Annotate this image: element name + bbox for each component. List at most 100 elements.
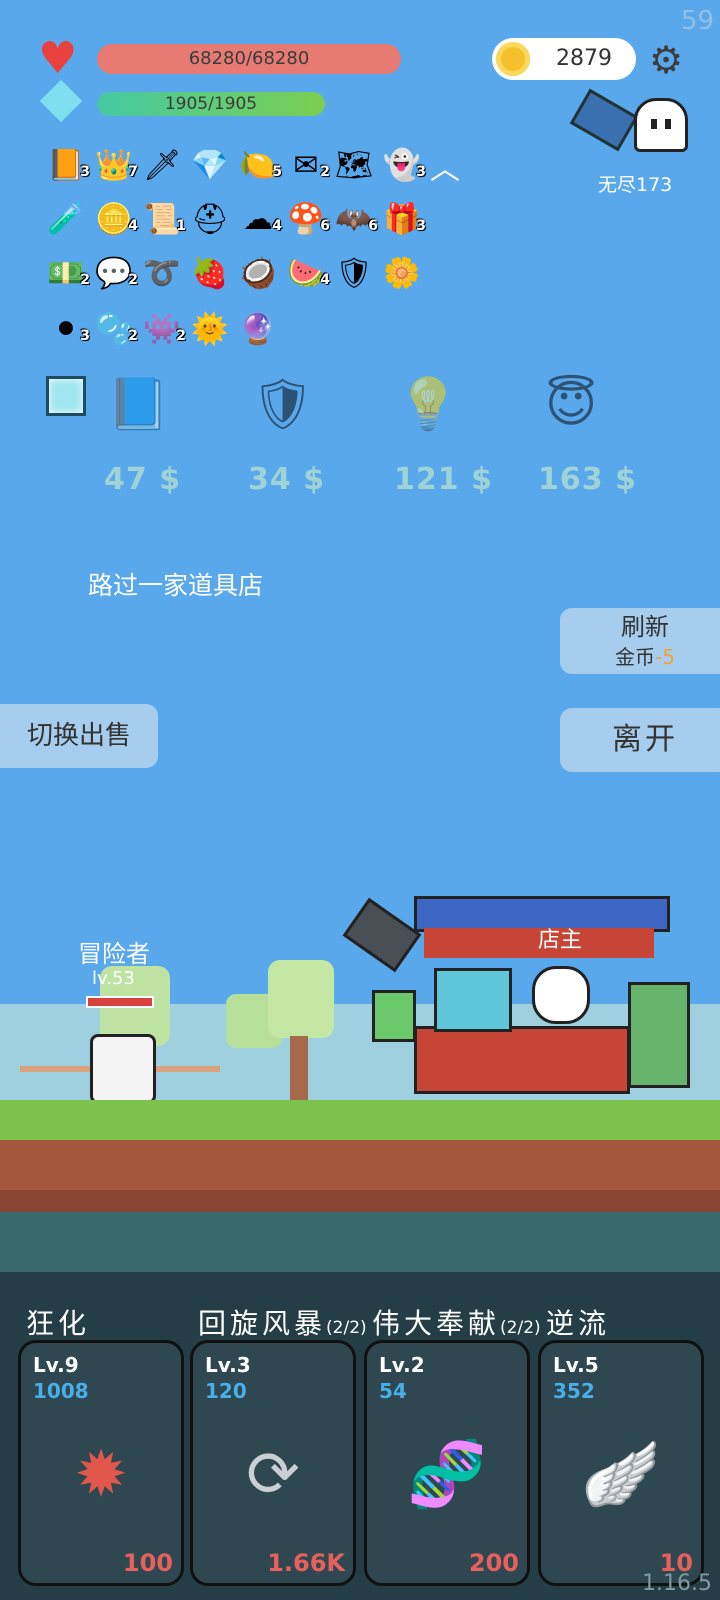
lime-icon[interactable]: 🍋 5: [238, 146, 282, 186]
offer-price: 163 $: [538, 462, 637, 497]
cleaver-icon: [569, 88, 639, 152]
noose-icon[interactable]: ➰: [142, 254, 182, 294]
item-count: 2: [128, 272, 138, 288]
item-count: 5: [272, 164, 282, 180]
slime-monster-icon[interactable]: 👾 2: [142, 310, 186, 350]
shop-offer[interactable]: 💡: [382, 368, 472, 440]
map-icon[interactable]: 🗺: [334, 146, 374, 186]
gear-icon[interactable]: ⚙: [646, 40, 686, 80]
envelope-icon[interactable]: ✉ 2: [286, 146, 330, 186]
item-count: 3: [416, 164, 426, 180]
bat-icon[interactable]: 🦇 6: [334, 200, 378, 240]
coin-icon: [496, 42, 530, 76]
skill-value: 120: [205, 1379, 247, 1403]
skill-level: Lv.2: [379, 1353, 425, 1377]
refresh-cost: 金币-5: [615, 645, 675, 669]
skill-card[interactable]: Lv.2 54 🧬 200: [364, 1340, 530, 1586]
item-count: 6: [320, 218, 330, 234]
item-count: 2: [320, 164, 330, 180]
shopkeeper-sprite: [532, 966, 590, 1024]
crystal-ball-icon[interactable]: 🔮: [238, 310, 278, 350]
refresh-label: 刷新: [621, 613, 669, 641]
skill-name: 狂化: [26, 1307, 91, 1340]
cloud-icon[interactable]: ☁ 4: [238, 200, 282, 240]
item-count: 4: [272, 218, 282, 234]
skill-value: 352: [553, 1379, 595, 1403]
refresh-button[interactable]: 刷新 金币-5: [560, 608, 720, 674]
item-count: 3: [416, 218, 426, 234]
item-count: 6: [368, 218, 378, 234]
item-count: 2: [128, 328, 138, 344]
skill-cost: 1.66K: [267, 1549, 345, 1577]
switch-sell-button[interactable]: 切换出售: [0, 704, 158, 768]
cauldron-icon[interactable]: ⚫ 3: [46, 310, 90, 350]
shield-icon[interactable]: 🛡: [334, 254, 374, 294]
potion-icon[interactable]: 🧪: [46, 200, 86, 240]
grass-ground: [0, 1100, 720, 1140]
speech-bubble-icon[interactable]: 💬 2: [94, 254, 138, 294]
skill-value: 54: [379, 1379, 407, 1403]
watermelon-icon[interactable]: 🍉 4: [286, 254, 330, 294]
endless-level-label: 无尽173: [598, 174, 673, 196]
money-heart-icon[interactable]: 💵 2: [46, 254, 90, 294]
water-layer: [0, 1212, 720, 1272]
treasure-map-icon[interactable]: 📜 1: [142, 200, 186, 240]
tree-trunk: [290, 1036, 308, 1100]
skill-card[interactable]: Lv.3 120 ⟳ 1.66K: [190, 1340, 356, 1586]
adventurer-label: 冒险者: [78, 940, 150, 968]
sword-icon[interactable]: 🗡: [142, 146, 182, 186]
chevron-up-icon[interactable]: ︿: [430, 150, 460, 190]
ruby-icon[interactable]: 💎: [190, 146, 230, 186]
flower-icon[interactable]: 🌼: [382, 254, 422, 294]
leave-button[interactable]: 离开: [560, 708, 720, 772]
skill-cost: 200: [468, 1549, 519, 1577]
item-count: 7: [128, 164, 138, 180]
coins-icon[interactable]: 🪙 4: [94, 200, 138, 240]
offer-price: 34 $: [248, 462, 326, 497]
skill-card[interactable]: Lv.5 352 🪽 10: [538, 1340, 704, 1586]
shop-offer[interactable]: 😇: [526, 368, 616, 440]
gold-value: 2879: [556, 46, 612, 71]
item-count: 4: [128, 218, 138, 234]
coconut-icon[interactable]: 🥥: [238, 254, 278, 294]
tree: [268, 960, 334, 1038]
gift-box-icon[interactable]: 🎁 3: [382, 200, 426, 240]
crown-icon[interactable]: 👑 7: [94, 146, 138, 186]
item-count: 3: [80, 164, 90, 180]
skill-card[interactable]: Lv.9 1008 ✹ 100: [18, 1340, 184, 1586]
offer-price: 121 $: [394, 462, 493, 497]
skill-level: Lv.3: [205, 1353, 251, 1377]
version-label: 1.16.5: [642, 1571, 712, 1596]
note-icon: [372, 990, 416, 1042]
cart-window: [434, 968, 512, 1032]
adventurer-hp-bar: [86, 996, 154, 1008]
mp-text: 1905/1905: [164, 94, 258, 114]
shop-offer[interactable]: 🛡: [236, 368, 326, 440]
dna-icon: 🧬: [407, 1438, 487, 1512]
item-count: 3: [80, 328, 90, 344]
angel-wings-halo-icon: 😇: [544, 375, 598, 433]
skill-name: 回旋风暴(2/2): [198, 1307, 367, 1340]
book-icon[interactable]: 📙 3: [46, 146, 90, 186]
viking-helmet-icon[interactable]: ⛑: [190, 200, 230, 240]
heart-icon: ♥: [38, 33, 78, 84]
adventurer-level: lv.53: [92, 968, 135, 989]
strawberry-icon[interactable]: 🍓: [190, 254, 230, 294]
ghost-icon[interactable]: 👻 3: [382, 146, 426, 186]
dirt-layer-dark: [0, 1190, 720, 1212]
mushroom-icon[interactable]: 🍄 6: [286, 200, 330, 240]
sun-orb-icon[interactable]: 🌞: [190, 310, 230, 350]
shop-offer[interactable]: 📘: [92, 368, 182, 440]
mp-bar: 1905/1905: [97, 92, 325, 116]
zombie-sprite: [628, 982, 690, 1088]
adventurer-sprite: [90, 1034, 156, 1104]
skill-name: 伟大奉献(2/2): [372, 1307, 541, 1340]
event-message: 路过一家道具店: [88, 571, 264, 600]
bubble-flask-icon[interactable]: 🫧 2: [94, 310, 138, 350]
hp-text: 68280/68280: [188, 48, 310, 69]
hp-bar: 68280/68280: [97, 44, 401, 74]
skill-name: 逆流: [546, 1307, 611, 1340]
skill-level: Lv.9: [33, 1353, 79, 1377]
wing-icon: 🪽: [581, 1438, 661, 1512]
gold-counter: 2879: [492, 38, 636, 80]
